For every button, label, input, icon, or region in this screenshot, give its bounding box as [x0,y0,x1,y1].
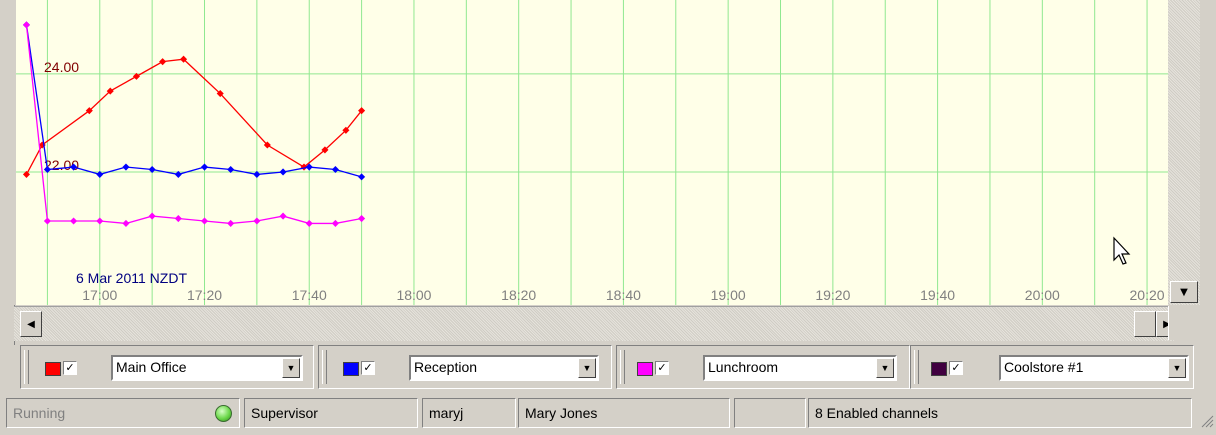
status-username: maryj [422,398,516,428]
chevron-left-icon: ◀ [27,318,35,330]
x-tick-label: 20:20 [1130,287,1165,303]
channel-group-4: ✓ Coolstore #1 ▼ [910,345,1194,389]
channel-select[interactable]: Main Office ▼ [111,355,303,381]
status-state: Running [6,398,240,428]
x-tick-label: 17:20 [187,287,222,303]
channel-color-swatch[interactable] [931,362,947,376]
channel-select[interactable]: Lunchroom ▼ [703,355,897,381]
x-tick-label: 20:00 [1025,287,1060,303]
scroll-down-button[interactable]: ▼ [1170,281,1198,303]
status-bar: Running Supervisor maryj Mary Jones 8 En… [6,398,1216,430]
mouse-pointer-icon [1113,236,1131,265]
resize-grip-icon[interactable] [1200,414,1214,428]
channel-enabled-checkbox[interactable]: ✓ [655,361,669,375]
channel-enabled-checkbox[interactable]: ✓ [361,361,375,375]
status-role: Supervisor [244,398,418,428]
status-channels: 8 Enabled channels [808,398,1192,428]
channel-enabled-checkbox[interactable]: ✓ [949,361,963,375]
chevron-down-icon[interactable]: ▼ [876,358,894,378]
channel-toolbar: ✓ Main Office ▼ ✓ Reception ▼ ✓ Lunchroom ▼… [18,345,1198,391]
x-tick-label: 18:20 [501,287,536,303]
toolbar-grip[interactable] [914,350,919,384]
horizontal-scrollbar[interactable]: ◀ ▶ [14,306,1178,341]
x-tick-label: 18:00 [396,287,431,303]
channel-select-value: Lunchroom [708,359,779,375]
channel-select-value: Reception [414,359,478,375]
scroll-corner [1168,306,1201,340]
chevron-down-icon[interactable]: ▼ [1168,358,1186,378]
chevron-down-icon[interactable]: ▼ [282,358,300,378]
status-state-text: Running [13,405,66,421]
toolbar-grip[interactable] [620,350,625,384]
scroll-left-button[interactable]: ◀ [20,311,42,337]
chevron-down-icon[interactable]: ▼ [578,358,596,378]
status-fullname: Mary Jones [518,398,730,428]
toolbar-grip[interactable] [24,350,29,384]
channel-select[interactable]: Coolstore #1 ▼ [999,355,1189,381]
y-tick-label: 24.00 [44,59,79,75]
x-tick-label: 17:40 [292,287,327,303]
vertical-scrollbar[interactable]: ▼ [1168,0,1200,305]
channel-enabled-checkbox[interactable]: ✓ [63,361,77,375]
channel-color-swatch[interactable] [637,362,653,376]
chevron-down-icon: ▼ [1180,286,1188,298]
chart-area[interactable]: 24.00 22.00 17:00 17:20 17:40 18:00 18:20 18:40… [0,0,1170,305]
channel-select-value: Coolstore #1 [1004,359,1084,375]
x-tick-label: 17:00 [82,287,117,303]
channel-color-swatch[interactable] [45,362,61,376]
toolbar-grip[interactable] [322,350,327,384]
channel-group-1: ✓ Main Office ▼ [20,345,314,389]
channel-group-2: ✓ Reception ▼ [318,345,612,389]
channel-select[interactable]: Reception ▼ [409,355,599,381]
x-tick-label: 19:00 [711,287,746,303]
running-indicator-icon [215,405,232,422]
trend-chart[interactable]: 24.0022.0017:00 17:20 17:40 18:00 18:20 18:40… [0,0,1168,305]
plot-background [16,0,1168,305]
x-tick-label: 19:20 [815,287,850,303]
x-tick-label: 18:40 [606,287,641,303]
date-label: 6 Mar 2011 NZDT [76,270,187,286]
x-tick-label: 19:40 [920,287,955,303]
status-blank [734,398,806,428]
channel-color-swatch[interactable] [343,362,359,376]
scroll-thumb[interactable] [1134,311,1156,337]
channel-select-value: Main Office [116,359,187,375]
channel-group-3: ✓ Lunchroom ▼ [616,345,910,389]
